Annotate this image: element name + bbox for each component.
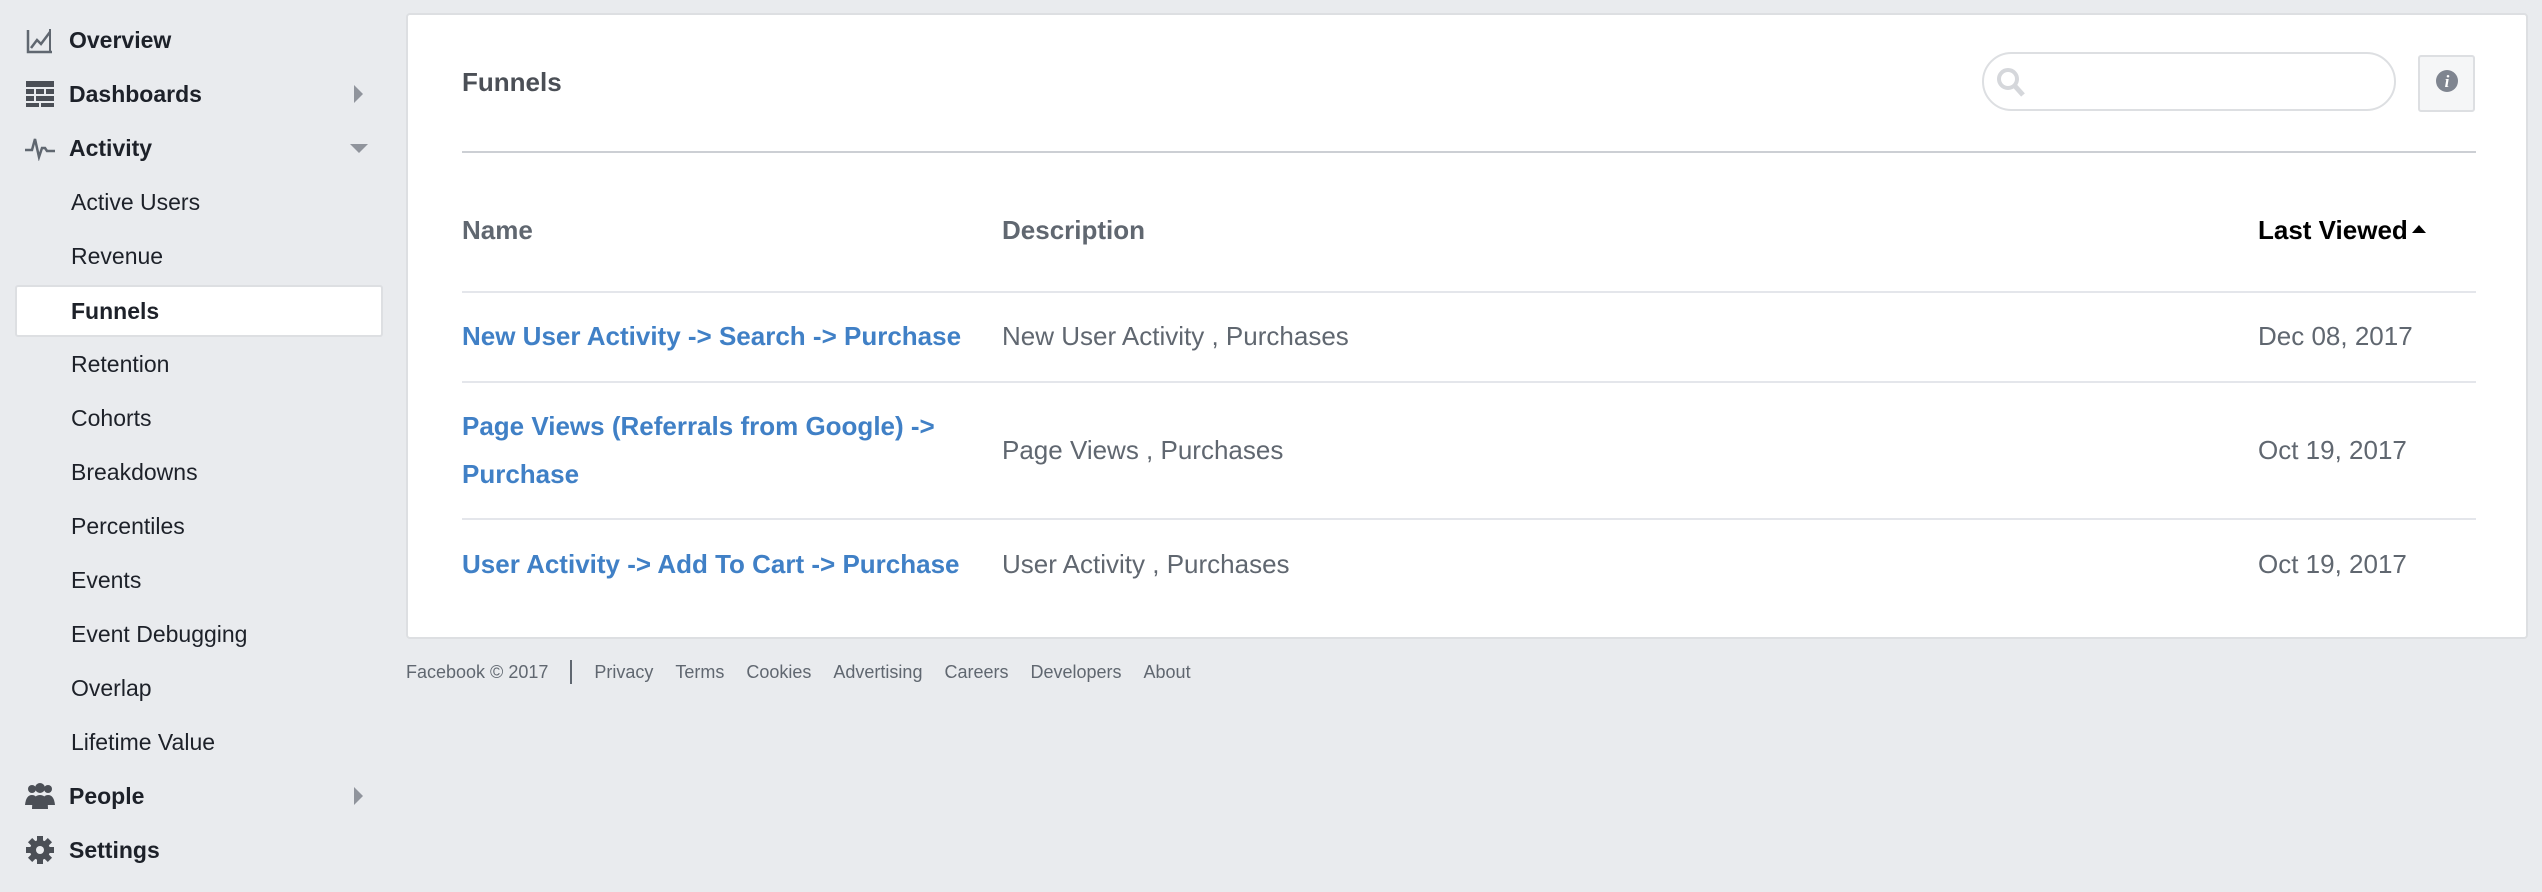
funnel-description: Page Views , Purchases	[1002, 435, 1284, 465]
info-button[interactable]: i	[2418, 55, 2475, 112]
sidebar-item-label: Lifetime Value	[71, 728, 216, 755]
funnel-name-link[interactable]: User Activity -> Add To Cart -> Purchase	[462, 540, 1022, 588]
sidebar-item-label: Activity	[69, 134, 153, 161]
copyright: Facebook © 2017	[406, 661, 549, 682]
footer: Facebook © 2017 Privacy Terms Cookies Ad…	[406, 657, 1213, 687]
sidebar-item-label: Breakdowns	[71, 458, 198, 485]
footer-link-careers[interactable]: Careers	[944, 662, 1008, 683]
column-header-label: Description	[1002, 215, 1146, 245]
sidebar-item-percentiles[interactable]: Percentiles	[15, 500, 383, 552]
column-header-label: Name	[462, 215, 533, 245]
pulse-icon	[25, 133, 55, 163]
chevron-down-icon	[350, 143, 368, 153]
sidebar-item-label: Events	[71, 566, 142, 593]
people-icon	[25, 781, 55, 811]
sidebar-item-label: Percentiles	[71, 512, 185, 539]
grid-icon	[25, 79, 55, 109]
search-field[interactable]	[1982, 52, 2396, 111]
footer-link-privacy[interactable]: Privacy	[594, 662, 653, 683]
sidebar-item-active-users[interactable]: Active Users	[15, 176, 383, 228]
sidebar-item-label: Active Users	[71, 188, 201, 215]
funnel-name-link[interactable]: Page Views (Referrals from Google) -> Pu…	[462, 402, 962, 498]
funnel-name-link[interactable]: New User Activity -> Search -> Purchase	[462, 312, 1022, 360]
sidebar-item-label: Cohorts	[71, 404, 152, 431]
info-icon: i	[2435, 69, 2459, 98]
sidebar-item-event-debugging[interactable]: Event Debugging	[15, 608, 383, 660]
sidebar-item-label: Retention	[71, 350, 170, 377]
sidebar-item-people[interactable]: People	[15, 770, 383, 822]
sidebar-item-activity[interactable]: Activity	[15, 122, 383, 174]
row-divider	[462, 518, 2476, 520]
svg-text:i: i	[2444, 72, 2449, 91]
sidebar-item-label: Overview	[69, 26, 172, 53]
chart-icon	[25, 25, 55, 55]
sidebar-item-label: Overlap	[71, 674, 152, 701]
footer-link-cookies[interactable]: Cookies	[746, 662, 811, 683]
sidebar-item-label: Funnels	[71, 297, 160, 324]
sidebar-item-revenue[interactable]: Revenue	[15, 230, 383, 282]
funnels-panel: Funnels i Name Description Last Viewed N…	[406, 13, 2528, 639]
sidebar-item-breakdowns[interactable]: Breakdowns	[15, 446, 383, 498]
sidebar-item-label: Settings	[69, 836, 160, 863]
sidebar-item-lifetime-value[interactable]: Lifetime Value	[15, 716, 383, 768]
sidebar-item-cohorts[interactable]: Cohorts	[15, 392, 383, 444]
funnel-last-viewed: Oct 19, 2017	[2258, 549, 2407, 579]
funnel-last-viewed: Dec 08, 2017	[2258, 321, 2413, 351]
sidebar-item-label: People	[69, 782, 145, 809]
funnel-last-viewed: Oct 19, 2017	[2258, 435, 2407, 465]
footer-link-advertising[interactable]: Advertising	[833, 662, 922, 683]
column-header-last-viewed[interactable]: Last Viewed	[2258, 215, 2426, 246]
sidebar-item-overview[interactable]: Overview	[15, 14, 383, 66]
column-header-description[interactable]: Description	[1002, 215, 1145, 246]
footer-separator	[570, 660, 573, 684]
header-divider	[462, 151, 2476, 153]
search-icon	[1996, 67, 2028, 99]
sidebar-item-label: Revenue	[71, 242, 164, 269]
sidebar-item-overlap[interactable]: Overlap	[15, 662, 383, 714]
column-header-label: Last Viewed	[2258, 215, 2408, 245]
search-input[interactable]	[2040, 62, 2380, 102]
row-divider	[462, 381, 2476, 383]
sidebar-item-retention[interactable]: Retention	[15, 338, 383, 390]
footer-link-about[interactable]: About	[1144, 662, 1191, 683]
chevron-right-icon	[354, 85, 363, 103]
footer-link-terms[interactable]: Terms	[675, 662, 724, 683]
row-divider	[462, 291, 2476, 293]
column-header-name[interactable]: Name	[462, 215, 533, 246]
sidebar-item-settings[interactable]: Settings	[15, 824, 383, 876]
footer-link-developers[interactable]: Developers	[1030, 662, 1121, 683]
funnel-description: User Activity , Purchases	[1002, 549, 1290, 579]
sort-ascending-icon	[2411, 225, 2426, 233]
funnel-description: New User Activity , Purchases	[1002, 321, 1349, 351]
chevron-right-icon	[354, 787, 363, 805]
gear-icon	[25, 835, 55, 865]
sidebar: Overview Dashboards Activity Active User…	[0, 0, 400, 892]
sidebar-item-dashboards[interactable]: Dashboards	[15, 68, 383, 120]
sidebar-item-funnels[interactable]: Funnels	[15, 285, 383, 337]
sidebar-item-label: Dashboards	[69, 80, 202, 107]
sidebar-item-events[interactable]: Events	[15, 554, 383, 606]
sidebar-item-label: Event Debugging	[71, 620, 248, 647]
page-title: Funnels	[462, 67, 562, 97]
